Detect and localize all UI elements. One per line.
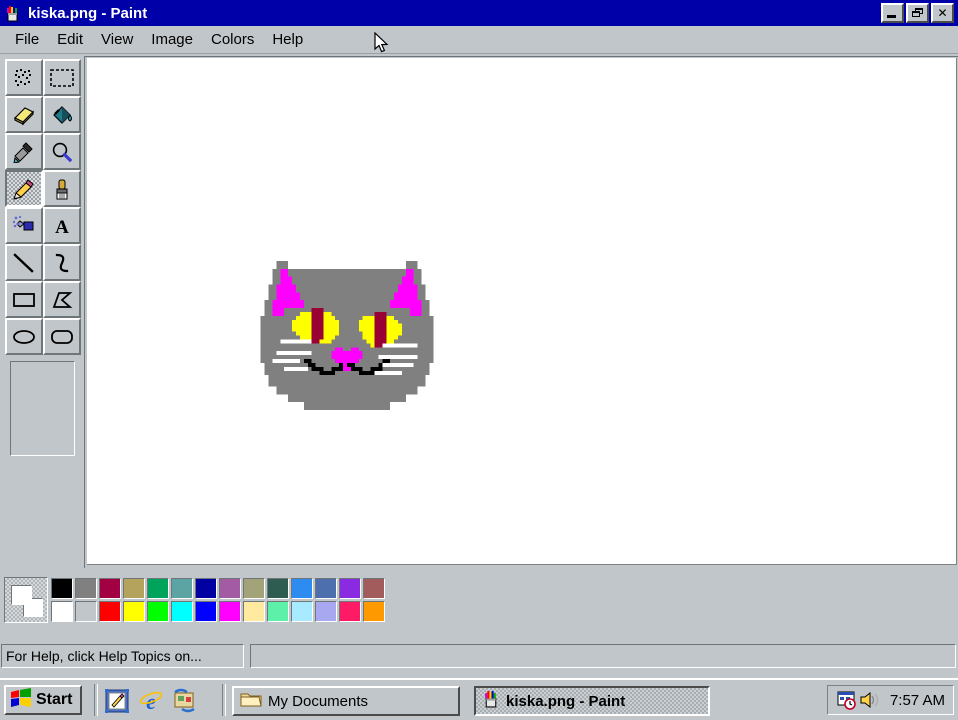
window-titlebar[interactable]: kiska.png - Paint ✕	[0, 0, 958, 26]
palette-swatch[interactable]	[338, 600, 362, 623]
task-paint[interactable]: kiska.png - Paint	[474, 686, 710, 716]
menu-item-view[interactable]: View	[92, 29, 142, 50]
close-button[interactable]: ✕	[931, 3, 954, 23]
show-desktop-icon[interactable]	[104, 688, 130, 714]
menu-item-file[interactable]: File	[6, 29, 48, 50]
tool-ellipse[interactable]	[5, 318, 43, 355]
menu-item-image[interactable]: Image	[142, 29, 202, 50]
close-icon: ✕	[937, 6, 948, 20]
tool-curve[interactable]	[43, 244, 81, 281]
tool-eraser[interactable]	[5, 96, 43, 133]
paint-program-icon	[482, 690, 500, 712]
tool-free-form-select[interactable]	[5, 59, 43, 96]
taskbar-clock[interactable]: 7:57 AM	[890, 692, 945, 709]
palette-swatch[interactable]	[98, 577, 122, 600]
tool-pencil[interactable]	[5, 170, 43, 207]
start-button[interactable]: Start	[4, 685, 83, 715]
palette-swatch[interactable]	[74, 600, 98, 623]
status-help-text: For Help, click Help Topics on...	[1, 644, 244, 668]
windows-logo-icon	[10, 687, 32, 713]
menu-item-help[interactable]: Help	[263, 29, 312, 50]
cat-drawing	[259, 257, 435, 414]
system-tray: 7:57 AM	[826, 685, 954, 715]
tool-pick-color[interactable]	[5, 133, 43, 170]
paint-window: kiska.png - Paint ✕ File Edit View Image…	[0, 0, 958, 678]
canvas-area	[84, 56, 958, 568]
taskbar-divider-1	[94, 684, 98, 716]
start-button-label: Start	[36, 691, 73, 708]
palette-swatch[interactable]	[50, 600, 74, 623]
tool-polygon[interactable]	[43, 281, 81, 318]
palette-swatch[interactable]	[218, 600, 242, 623]
palette-swatch[interactable]	[218, 577, 242, 600]
tool-rounded-rectangle[interactable]	[43, 318, 81, 355]
palette-swatch[interactable]	[314, 577, 338, 600]
tool-fill-with-color[interactable]	[43, 96, 81, 133]
taskbar-divider-2	[222, 684, 226, 716]
folder-icon	[240, 690, 262, 712]
palette-swatch[interactable]	[362, 577, 386, 600]
palette-swatch[interactable]	[146, 600, 170, 623]
color-palette-bar	[0, 572, 958, 628]
minimize-button[interactable]	[881, 3, 904, 23]
internet-explorer-icon[interactable]: e	[138, 688, 164, 714]
color-indicator[interactable]	[4, 577, 48, 623]
window-title: kiska.png - Paint	[28, 4, 148, 22]
palette-swatch[interactable]	[290, 600, 314, 623]
palette-swatch[interactable]	[122, 577, 146, 600]
paint-program-icon	[4, 5, 21, 22]
palette-swatch[interactable]	[74, 577, 98, 600]
palette-swatch[interactable]	[362, 600, 386, 623]
tool-airbrush[interactable]	[5, 207, 43, 244]
palette-swatch[interactable]	[170, 600, 194, 623]
menu-item-edit[interactable]: Edit	[48, 29, 92, 50]
palette-swatch[interactable]	[194, 600, 218, 623]
tool-brush[interactable]	[43, 170, 81, 207]
palette-swatch[interactable]	[290, 577, 314, 600]
foreground-color-swatch[interactable]	[11, 585, 32, 605]
tool-text[interactable]: A	[43, 207, 81, 244]
palette-swatch[interactable]	[50, 577, 74, 600]
toolbox: A	[0, 56, 84, 568]
palette-swatch[interactable]	[266, 600, 290, 623]
screen: kiska.png - Paint ✕ File Edit View Image…	[0, 0, 958, 720]
palette-swatch[interactable]	[242, 577, 266, 600]
restore-button[interactable]	[906, 3, 929, 23]
task-label: kiska.png - Paint	[506, 692, 626, 710]
status-extra-panel	[250, 644, 956, 668]
palette-swatch[interactable]	[314, 600, 338, 623]
palette-swatch[interactable]	[98, 600, 122, 623]
taskbar: Start e My Documents kiska.png - Paint 7…	[0, 678, 958, 720]
tool-select[interactable]	[43, 59, 81, 96]
palette-swatch[interactable]	[266, 577, 290, 600]
network-sync-icon[interactable]	[172, 688, 198, 714]
palette-swatch[interactable]	[146, 577, 170, 600]
tool-grid: A	[5, 59, 81, 355]
palette-swatch[interactable]	[338, 577, 362, 600]
task-label: My Documents	[268, 692, 369, 710]
palette-swatch[interactable]	[194, 577, 218, 600]
palette-swatch[interactable]	[122, 600, 146, 623]
quick-launch-bar: e	[104, 688, 198, 714]
palette-swatch[interactable]	[242, 600, 266, 623]
palette-grid	[50, 577, 386, 623]
status-bar: For Help, click Help Topics on...	[0, 640, 958, 670]
window-controls: ✕	[881, 3, 954, 23]
tool-options-panel	[10, 361, 75, 456]
palette-swatch[interactable]	[170, 577, 194, 600]
volume-speaker-icon[interactable]	[858, 689, 880, 711]
drawing-canvas[interactable]	[87, 58, 957, 565]
scheduled-tasks-icon[interactable]	[836, 689, 858, 711]
tool-magnifier[interactable]	[43, 133, 81, 170]
menu-bar: File Edit View Image Colors Help	[0, 26, 958, 54]
task-my-documents[interactable]: My Documents	[232, 686, 460, 716]
svg-text:A: A	[55, 217, 69, 237]
menu-item-colors[interactable]: Colors	[202, 29, 263, 50]
tool-line[interactable]	[5, 244, 43, 281]
tool-rectangle[interactable]	[5, 281, 43, 318]
